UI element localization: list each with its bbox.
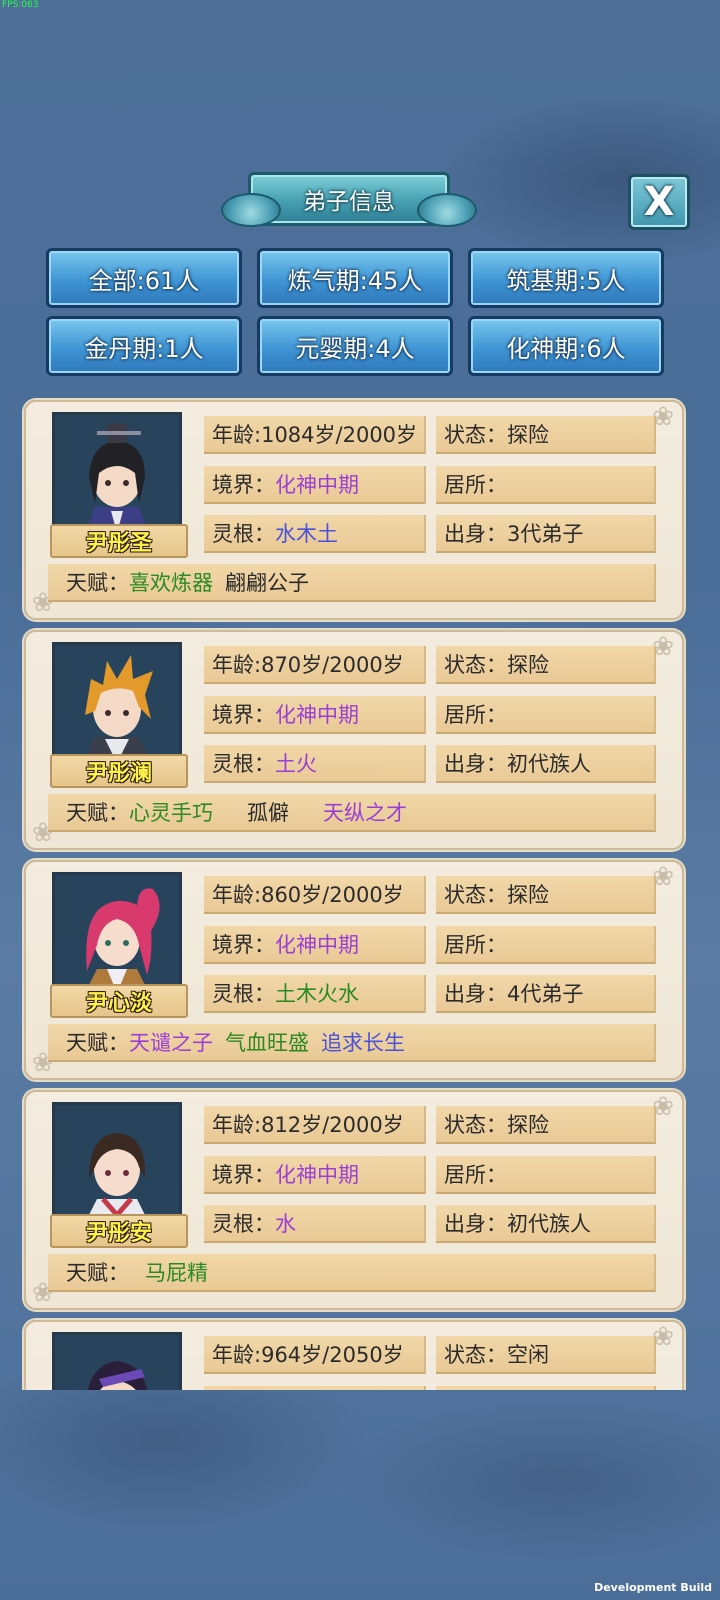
disciple-card[interactable]: ❀ ❀ 尹彤澜 年龄: 870岁/2000岁 状态： 探险 境界： 化神中期 居所： … — [24, 630, 684, 850]
filter-qi-refining-button[interactable]: 炼气期:45人 — [257, 248, 453, 308]
realm-value: 化神中期 — [275, 473, 359, 497]
realm-field: 境界： 化神中期 — [204, 1156, 426, 1194]
talent-row: 天赋： 心灵手巧 孤僻 天纵之才 — [48, 794, 656, 832]
spirit-root-field: 灵根： 水木土 — [204, 515, 426, 553]
origin-value: 4代弟子 — [507, 982, 584, 1006]
age-value: 870岁/2000岁 — [261, 653, 404, 677]
state-field: 状态： 探险 — [436, 646, 656, 684]
filter-spirit-severing-button[interactable]: 化神期:6人 — [468, 316, 664, 376]
spirit-root-value: 土木火水 — [275, 982, 359, 1006]
origin-value: 3代弟子 — [507, 522, 584, 546]
avatar[interactable] — [52, 872, 182, 996]
talent-tag: 心灵手巧 — [129, 801, 213, 825]
realm-value: 化神中期 — [275, 703, 359, 727]
filter-all-button[interactable]: 全部:61人 — [46, 248, 242, 308]
home-field — [436, 1386, 656, 1390]
age-field: 年龄: 812岁/2000岁 — [204, 1106, 426, 1144]
spirit-root-field: 灵根： 土火 — [204, 745, 426, 783]
home-field: 居所： — [436, 926, 656, 964]
avatar[interactable] — [52, 642, 182, 766]
state-field: 状态： 探险 — [436, 416, 656, 454]
talent-tag: 天纵之才 — [323, 801, 407, 825]
spirit-root-value: 水木土 — [275, 522, 338, 546]
spirit-root-field: 灵根： 土木火水 — [204, 975, 426, 1013]
development-build-label: Development Build — [594, 1581, 712, 1594]
talent-row: 天赋： 马屁精 — [48, 1254, 656, 1292]
fps-counter: FPS:063 — [2, 0, 39, 10]
age-value: 812岁/2000岁 — [261, 1113, 404, 1137]
disciple-name: 尹心淡 — [50, 984, 188, 1018]
talent-tag: 孤僻 — [247, 801, 289, 825]
age-value: 860岁/2000岁 — [261, 883, 404, 907]
origin-field: 出身： 初代族人 — [436, 1205, 656, 1243]
talent-tag: 天谴之子 — [129, 1031, 213, 1055]
filter-nascent-soul-button[interactable]: 元婴期:4人 — [257, 316, 453, 376]
cloud-ornament-icon — [417, 193, 477, 227]
spirit-root-field: 灵根：水 — [204, 1205, 426, 1243]
spirit-root-value: 水 — [275, 1212, 296, 1236]
disciple-card[interactable]: ❀ ❀ 尹心淡 年龄: 860岁/2000岁 状态： 探险 境界： 化神中期 居所： … — [24, 860, 684, 1080]
filter-golden-core-button[interactable]: 金丹期:1人 — [46, 316, 242, 376]
age-field: 年龄: 1084岁/2000岁 — [204, 416, 426, 454]
talent-tag: 追求长生 — [321, 1031, 405, 1055]
home-field: 居所： — [436, 696, 656, 734]
talent-tag: 翩翩公子 — [225, 571, 309, 595]
disciple-card[interactable]: ❀ ❀ 尹彤安 年龄: 812岁/2000岁 状态： 探险 境界： 化神中期 居所： … — [24, 1090, 684, 1310]
home-field: 居所： — [436, 1156, 656, 1194]
age-field: 年龄: 860岁/2000岁 — [204, 876, 426, 914]
avatar[interactable] — [52, 1102, 182, 1226]
origin-value: 初代族人 — [507, 1212, 591, 1236]
state-field: 状态： 空闲 — [436, 1336, 656, 1374]
spirit-root-value: 土火 — [275, 752, 317, 776]
state-value: 探险 — [507, 883, 549, 907]
disciple-name: 尹彤澜 — [50, 754, 188, 788]
age-field: 年龄: 964岁/2050岁 — [204, 1336, 426, 1374]
state-value: 空闲 — [507, 1343, 549, 1367]
state-value: 探险 — [507, 653, 549, 677]
age-value: 1084岁/2000岁 — [261, 423, 418, 447]
origin-value: 初代族人 — [507, 752, 591, 776]
filter-foundation-button[interactable]: 筑基期:5人 — [468, 248, 664, 308]
talent-tag: 喜欢炼器 — [129, 571, 213, 595]
talent-tag: 马屁精 — [145, 1261, 208, 1285]
realm-value: 化神中期 — [275, 933, 359, 957]
title-plate: 弟子信息 — [221, 172, 477, 227]
talent-row: 天赋： 喜欢炼器 翩翩公子 — [48, 564, 656, 602]
avatar[interactable] — [52, 412, 182, 536]
age-field: 年龄: 870岁/2000岁 — [204, 646, 426, 684]
origin-field: 出身： 4代弟子 — [436, 975, 656, 1013]
page-title: 弟子信息 — [303, 189, 395, 215]
state-value: 探险 — [507, 423, 549, 447]
home-field: 居所： — [436, 466, 656, 504]
realm-field: 境界： 化神中期 — [204, 466, 426, 504]
close-button[interactable]: X — [628, 174, 690, 230]
avatar[interactable] — [52, 1332, 182, 1390]
realm-field: 境界： 化神中期 — [204, 696, 426, 734]
realm-field: 境界： 化神中期 — [204, 926, 426, 964]
close-icon: X — [643, 179, 675, 225]
disciple-card[interactable]: ❀ ❀ 尹彤圣 年龄: 1084岁/2000岁 状态： 探险 境界： 化神中期 居所：… — [24, 400, 684, 620]
state-field: 状态： 探险 — [436, 876, 656, 914]
disciple-list[interactable]: ❀ ❀ 尹彤圣 年龄: 1084岁/2000岁 状态： 探险 境界： 化神中期 居所：… — [20, 394, 686, 1390]
disciple-card[interactable]: ❀ 年龄: 964岁/2050岁 状态： 空闲 — [24, 1320, 684, 1390]
origin-field: 出身： 3代弟子 — [436, 515, 656, 553]
realm-field — [204, 1386, 426, 1390]
cloud-ornament-icon — [221, 193, 281, 227]
realm-value: 化神中期 — [275, 1163, 359, 1187]
talent-row: 天赋： 天谴之子 气血旺盛 追求长生 — [48, 1024, 656, 1062]
state-field: 状态： 探险 — [436, 1106, 656, 1144]
disciple-name: 尹彤安 — [50, 1214, 188, 1248]
talent-tag: 气血旺盛 — [225, 1031, 309, 1055]
state-value: 探险 — [507, 1113, 549, 1137]
age-value: 964岁/2050岁 — [261, 1343, 404, 1367]
disciple-name: 尹彤圣 — [50, 524, 188, 558]
origin-field: 出身： 初代族人 — [436, 745, 656, 783]
